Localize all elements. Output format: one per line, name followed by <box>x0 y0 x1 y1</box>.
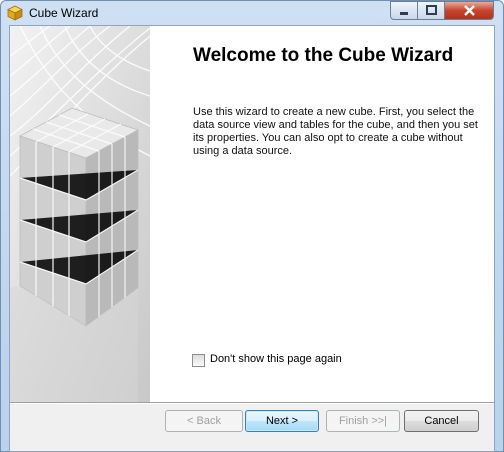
maximize-icon <box>425 5 437 15</box>
wizard-banner-art <box>9 25 151 402</box>
back-button[interactable]: < Back <box>165 410 243 432</box>
window-title: Cube Wizard <box>29 6 99 20</box>
wizard-client-area: Welcome to the Cube Wizard Use this wiza… <box>9 25 495 452</box>
close-icon <box>463 5 475 16</box>
minimize-icon <box>400 12 408 15</box>
page-description: Use this wizard to create a new cube. Fi… <box>193 106 478 157</box>
welcome-page: Welcome to the Cube Wizard Use this wiza… <box>9 25 494 402</box>
close-button[interactable] <box>445 1 494 20</box>
footer-divider <box>10 402 494 404</box>
cube-icon <box>7 5 23 21</box>
title-bar[interactable]: Cube Wizard <box>1 1 503 25</box>
next-button[interactable]: Next > <box>245 410 319 432</box>
cancel-button[interactable]: Cancel <box>404 410 479 432</box>
dont-show-label[interactable]: Don't show this page again <box>210 353 342 365</box>
minimize-button[interactable] <box>390 1 418 20</box>
maximize-button[interactable] <box>418 1 445 20</box>
wizard-window: Cube Wizard Welcome to the Cube Wizard U… <box>0 0 504 452</box>
finish-button[interactable]: Finish >>| <box>326 410 400 432</box>
dont-show-checkbox[interactable] <box>192 354 205 367</box>
page-title: Welcome to the Cube Wizard <box>193 45 454 66</box>
